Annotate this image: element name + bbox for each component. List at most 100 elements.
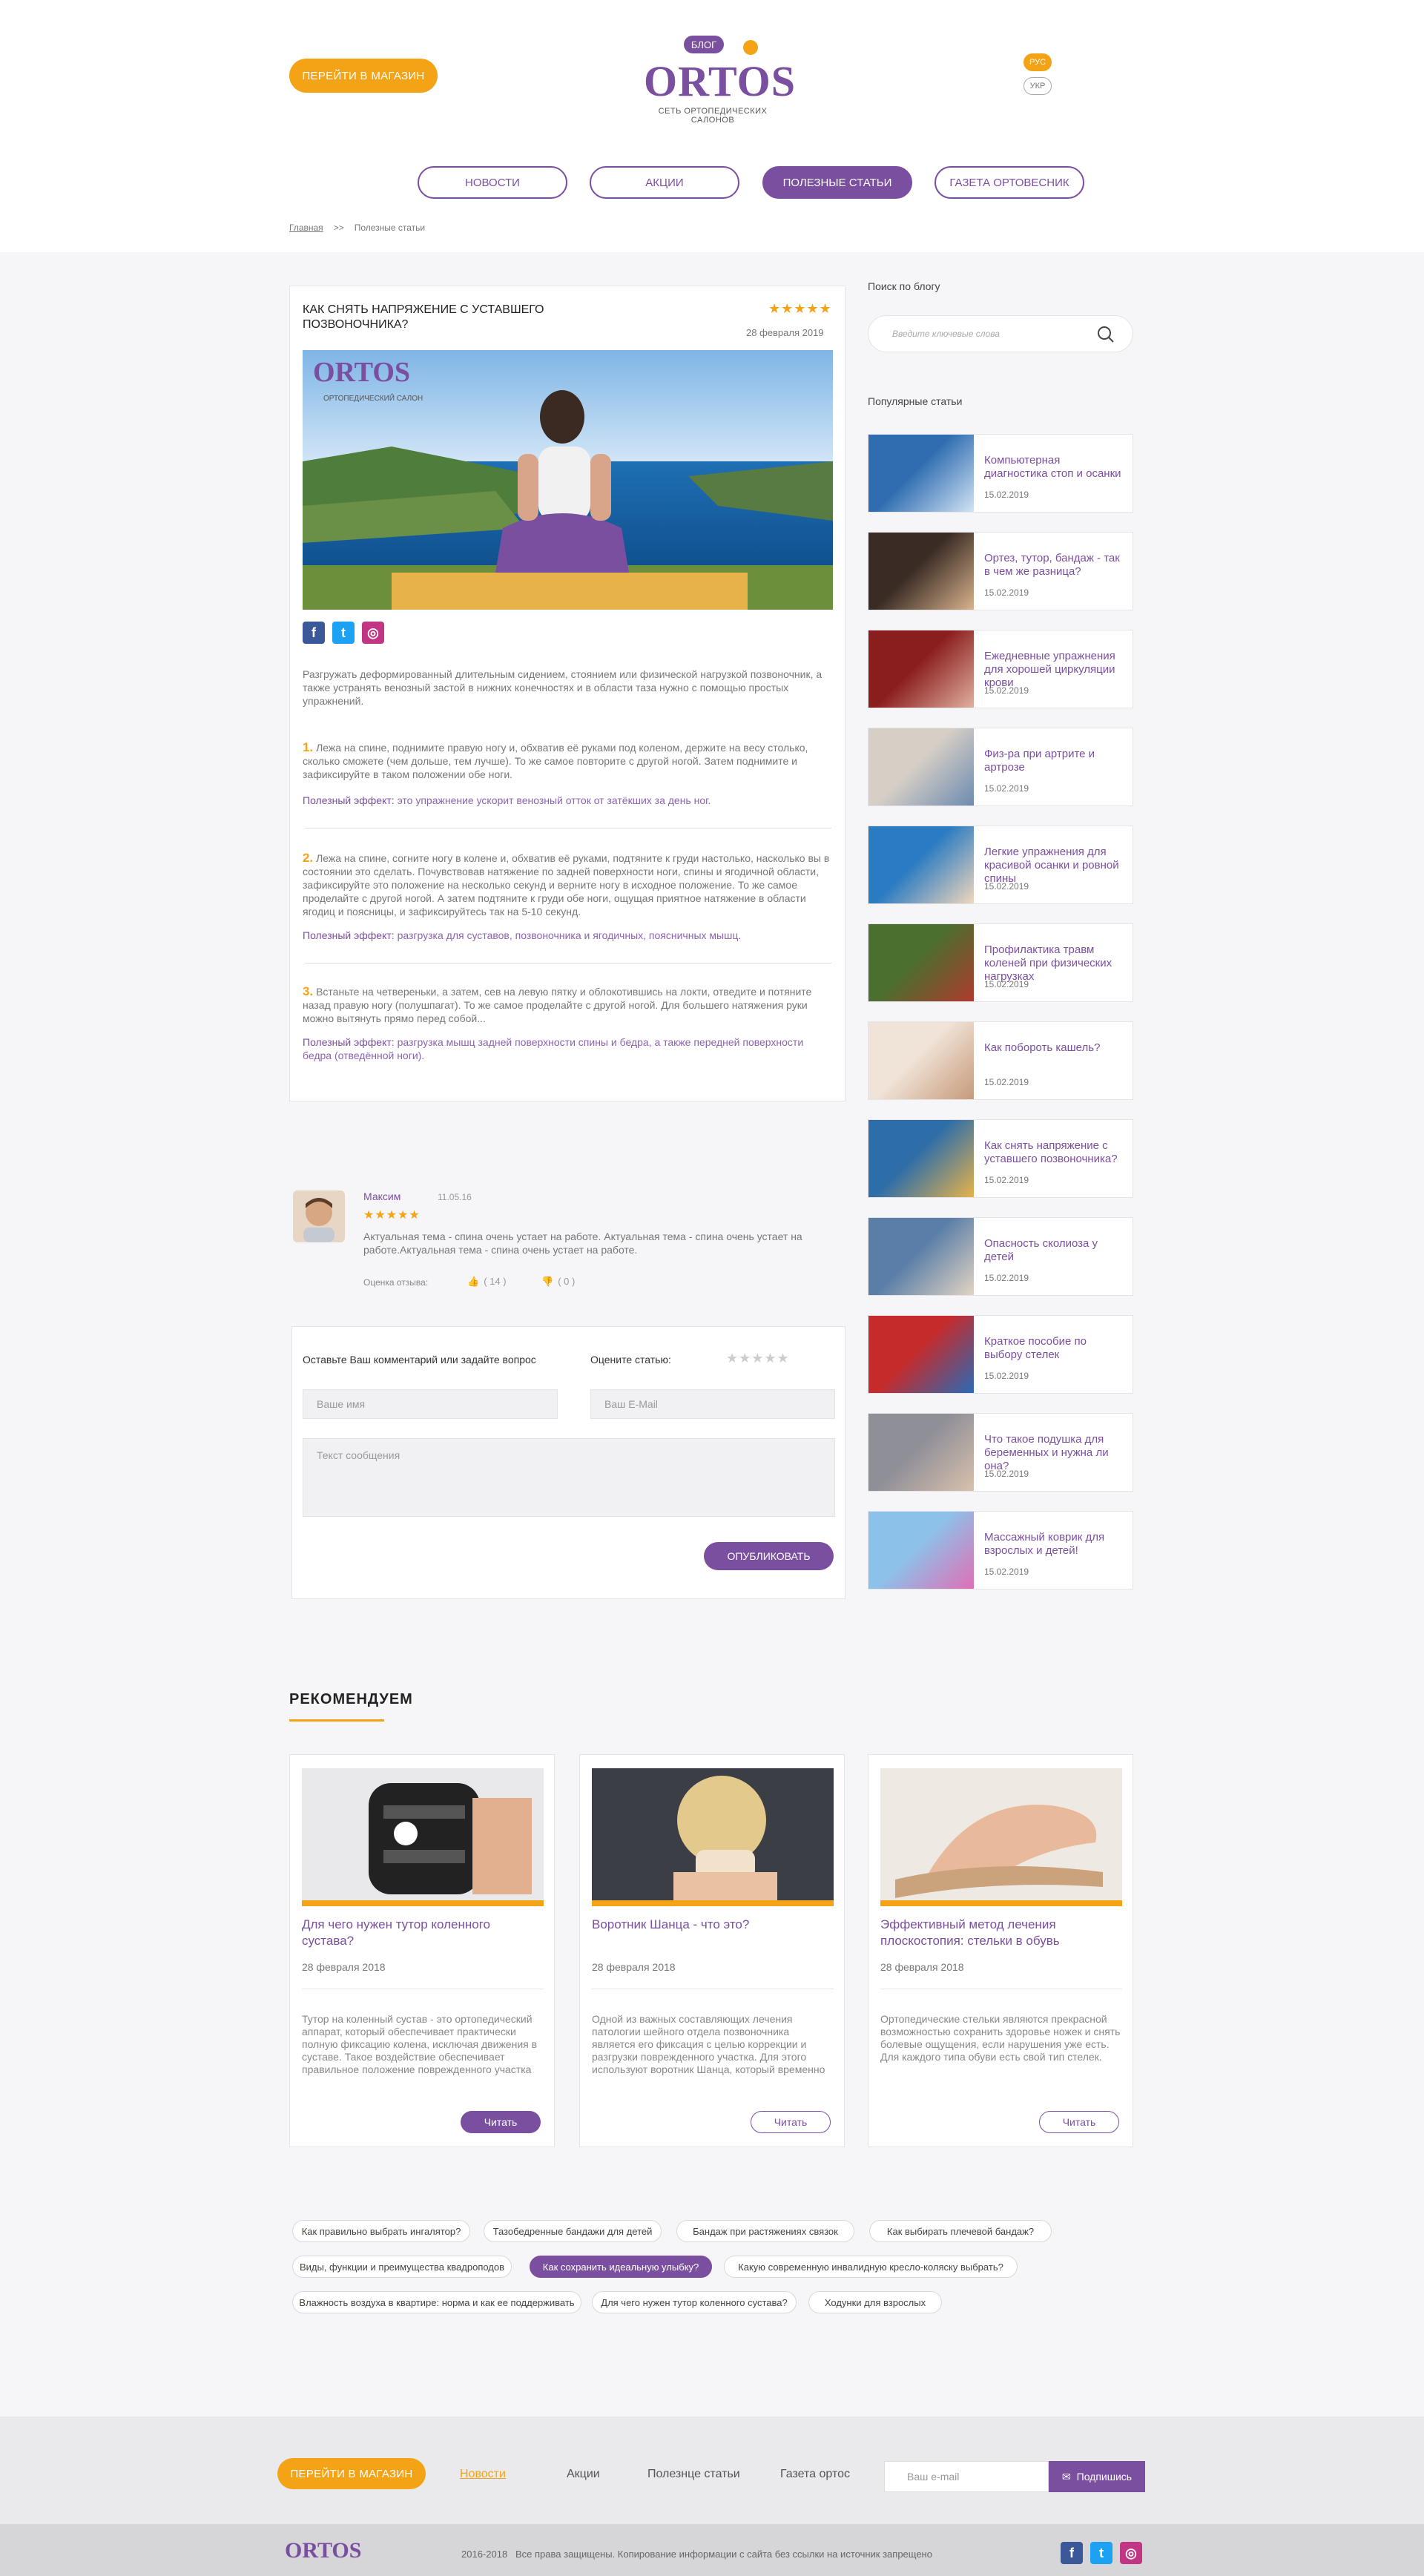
footer-email-input[interactable]: Ваш e-mail [884,2461,1049,2492]
email-input[interactable]: Ваш E-Mail [590,1389,835,1419]
tag[interactable]: Как выбирать плечевой бандаж? [869,2220,1052,2242]
tag[interactable]: Для чего нужен тутор коленного сустава? [592,2291,797,2313]
popular-article[interactable]: Как побороть кашель? 15.02.2019 [868,1021,1133,1100]
effect-label: Полезный эффект: [303,1036,395,1048]
tag[interactable]: Тазобедренные бандажи для детей [484,2220,662,2242]
popular-article[interactable]: Легкие упражнения для красивой осанки и … [868,826,1133,904]
facebook-icon[interactable]: f [303,622,325,644]
nav-promos[interactable]: АКЦИИ [590,166,739,199]
rate-label: Оцените статью: [590,1354,671,1366]
article-date: 28 февраля 2019 [746,327,824,338]
popular-article-title[interactable]: Физ-ра при артрите и артрозе [984,748,1125,774]
subscribe-button[interactable]: ✉ Подпишись [1049,2461,1145,2492]
rate-stars[interactable]: ★★★★★ [726,1351,790,1366]
comment-rating-label: Оценка отзыва: [363,1277,429,1288]
popular-article[interactable]: Как снять напряжение с уставшего позвоно… [868,1119,1133,1198]
recommend-card-title[interactable]: Воротник Шанца - что это? [592,1917,814,1933]
popular-article-thumbnail [868,1218,974,1295]
popular-article[interactable]: Что такое подушка для беременных и нужна… [868,1413,1133,1492]
recommend-card-title[interactable]: Эффективный метод лечения плоскостопия: … [880,1917,1103,1949]
footer-link-newspaper[interactable]: Газета ортос [780,2468,850,2481]
search-icon[interactable] [1097,326,1115,343]
popular-article-title[interactable]: Что такое подушка для беременных и нужна… [984,1433,1125,1473]
recommend-card-1[interactable]: Для чего нужен тутор коленного сустава? … [289,1754,555,2147]
footer-shop-button[interactable]: ПЕРЕЙТИ В МАГАЗИН [277,2458,426,2489]
breadcrumb-separator: >> [333,223,344,233]
tag[interactable]: Ходунки для взрослых [808,2291,942,2313]
thumbs-down-icon: 👎 [541,1276,554,1287]
like-button[interactable]: 👍 ( 14 ) [467,1276,507,1288]
popular-article[interactable]: Опасность сколиоза у детей 15.02.2019 [868,1217,1133,1296]
popular-article-title[interactable]: Краткое пособие по выбору стелек [984,1335,1125,1362]
nav-newspaper[interactable]: ГАЗЕТА ОРТОВЕСНИК [934,166,1084,199]
footer-logo[interactable]: ORTOS [285,2538,361,2563]
popular-article-title[interactable]: Как снять напряжение с уставшего позвоно… [984,1139,1125,1166]
popular-article-title[interactable]: Массажный коврик для взрослых и детей! [984,1531,1125,1558]
tag[interactable]: Как правильно выбрать ингалятор? [292,2220,470,2242]
popular-article-title[interactable]: Ортез, тутор, бандаж - так в чем же разн… [984,552,1125,579]
popular-article[interactable]: Физ-ра при артрите и артрозе 15.02.2019 [868,728,1133,806]
recommend-card-3[interactable]: Эффективный метод лечения плоскостопия: … [868,1754,1133,2147]
search-input[interactable]: Введите ключевые слова [892,329,1000,339]
tag[interactable]: Влажность воздуха в квартире: норма и ка… [292,2291,581,2313]
tag[interactable]: Виды, функции и преимущества квадроподов [292,2256,512,2278]
instagram-icon[interactable]: ◎ [362,622,384,644]
recommend-card-date: 28 февраля 2018 [302,1961,386,1973]
search-box[interactable]: Введите ключевые слова [868,315,1133,352]
footer-twitter-icon[interactable]: t [1090,2542,1112,2564]
popular-article-title[interactable]: Как побороть кашель? [984,1041,1125,1055]
footer-facebook-icon[interactable]: f [1061,2542,1083,2564]
popular-article[interactable]: Компьютерная диагностика стоп и осанки 15… [868,434,1133,513]
article-rating: ★★★★★ [768,301,832,316]
popular-article-title[interactable]: Легкие упражнения для красивой осанки и … [984,846,1125,886]
lang-ru[interactable]: РУС [1024,53,1052,71]
popular-article[interactable]: Краткое пособие по выбору стелек 15.02.20… [868,1315,1133,1394]
article-step-2: 2. Лежа на спине, согните ногу в колене … [303,851,833,918]
dislike-button[interactable]: 👎 ( 0 ) [541,1276,575,1288]
tag[interactable]: Бандаж при растяжениях связок [676,2220,854,2242]
message-textarea[interactable]: Текст сообщения [303,1438,835,1517]
tag[interactable]: Какую современную инвалидную кресло-коля… [724,2256,1018,2278]
logo[interactable]: БЛОГ ORTOS СЕТЬ ОРТОПЕДИЧЕСКИХ САЛОНОВ [638,30,795,126]
recommend-card-text: Тутор на коленный сустав - это ортопедич… [302,2013,538,2075]
footer-link-articles[interactable]: Полезнце статьи [647,2468,740,2481]
nav-useful-articles[interactable]: ПОЛЕЗНЫЕ СТАТЬИ [762,166,912,199]
insole-image [880,1768,1122,1906]
lang-ua[interactable]: УКР [1024,77,1052,95]
article-step-3: 3. Встаньте на четвереньки, а затем, сев… [303,985,833,1025]
footer-instagram-icon[interactable]: ◎ [1120,2542,1142,2564]
popular-article-title[interactable]: Ежедневные упражнения для хорошей циркул… [984,650,1125,690]
breadcrumb-home[interactable]: Главная [289,223,323,233]
recommend-card-2[interactable]: Воротник Шанца - что это? 28 февраля 201… [579,1754,845,2147]
comment-form: Оставьте Ваш комментарий или задайте воп… [291,1326,846,1599]
popular-article[interactable]: Ортез, тутор, бандаж - так в чем же разн… [868,532,1133,610]
popular-article[interactable]: Профилактика травм коленей при физически… [868,923,1133,1002]
read-button[interactable]: Читать [1039,2111,1119,2133]
publish-button[interactable]: ОПУБЛИКОВАТЬ [704,1542,834,1570]
effect-label: Полезный эффект: [303,794,395,806]
footer-link-news[interactable]: Новости [460,2468,506,2481]
article-effect-1: Полезный эффект: это упражнение ускорит … [303,794,833,807]
shop-button[interactable]: ПЕРЕЙТИ В МАГАЗИН [289,59,438,93]
name-input[interactable]: Ваше имя [303,1389,558,1419]
popular-article-thumbnail [868,1512,974,1589]
comment-text: Актуальная тема - спина очень устает на … [363,1231,802,1256]
effect-label: Полезный эффект: [303,929,395,941]
popular-article-date: 15.02.2019 [984,1469,1029,1479]
article-effect-2: Полезный эффект: разгрузка для суставов,… [303,929,833,942]
popular-article-title[interactable]: Компьютерная диагностика стоп и осанки [984,454,1125,481]
tag-active[interactable]: Как сохранить идеальную улыбку? [530,2256,712,2278]
recommend-card-title[interactable]: Для чего нужен тутор коленного сустава? [302,1917,524,1949]
nav-news[interactable]: НОВОСТИ [418,166,567,199]
article-intro: Разгружать деформированный длительным си… [303,668,823,707]
step-text: Лежа на спине, согните ногу в колене и, … [303,852,830,918]
popular-article-title[interactable]: Профилактика травм коленей при физически… [984,943,1125,984]
popular-article-title[interactable]: Опасность сколиоза у детей [984,1237,1125,1264]
read-button[interactable]: Читать [461,2111,541,2133]
popular-article[interactable]: Ежедневные упражнения для хорошей циркул… [868,630,1133,708]
footer-link-promos[interactable]: Акции [567,2468,600,2481]
popular-article-date: 15.02.2019 [984,1567,1029,1577]
read-button[interactable]: Читать [751,2111,831,2133]
popular-article[interactable]: Массажный коврик для взрослых и детей! 15… [868,1511,1133,1590]
twitter-icon[interactable]: t [332,622,355,644]
